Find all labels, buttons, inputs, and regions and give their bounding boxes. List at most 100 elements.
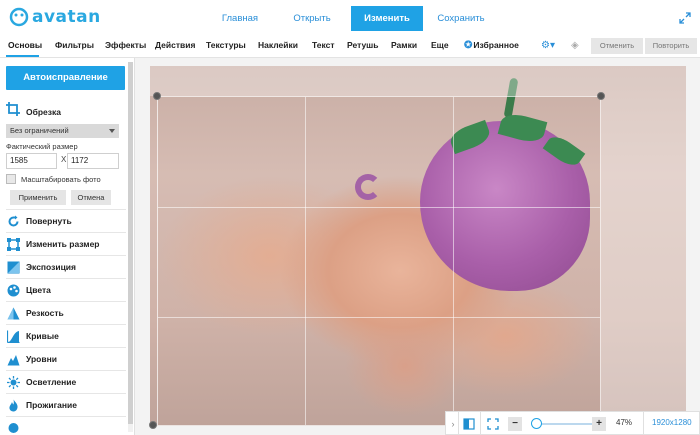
divider <box>480 412 481 434</box>
tool-tabs: Основы Фильтры Эффекты Действия Текстуры… <box>0 36 700 58</box>
canvas-area <box>135 58 700 435</box>
tool-resize[interactable]: Изменить размер <box>6 232 126 255</box>
crop-icon <box>6 102 20 121</box>
zoom-in-button[interactable]: + <box>592 416 606 431</box>
logo-text: avatan <box>32 7 101 27</box>
tab-effects[interactable]: Эффекты <box>105 40 146 50</box>
burn-icon <box>6 398 20 412</box>
crop-ratio-select[interactable]: Без ограничений <box>6 124 119 138</box>
zoom-out-button[interactable]: − <box>508 416 522 431</box>
tab-favorites-label: Избранное <box>473 40 519 50</box>
actual-size-label: Фактический размер <box>6 142 78 151</box>
logo[interactable]: avatan <box>8 7 101 27</box>
crop-width-input[interactable]: 1585 <box>6 153 57 169</box>
autofix-button[interactable]: Автоисправление <box>6 66 125 90</box>
tool-rotate[interactable]: Повернуть <box>6 209 126 232</box>
tool-sharpness[interactable]: Резкость <box>6 301 126 324</box>
tool-partial-icon <box>6 419 20 433</box>
tool-colors[interactable]: Цвета <box>6 278 126 301</box>
crop-handle-top-right[interactable] <box>597 92 605 100</box>
palette-icon <box>6 283 20 297</box>
zoom-slider-track[interactable] <box>537 423 593 425</box>
crop-frame[interactable] <box>157 96 601 426</box>
crop-grid-line <box>453 97 454 425</box>
nav-edit[interactable]: Изменить <box>351 6 423 31</box>
tab-more[interactable]: Еще <box>431 40 449 50</box>
cancel-button[interactable]: Отмена <box>71 190 111 205</box>
crop-ratio-value: Без ограничений <box>10 126 69 135</box>
photo-canvas[interactable] <box>150 66 686 426</box>
nav-save[interactable]: Сохранить <box>423 6 499 31</box>
undo-button[interactable]: Отменить <box>591 38 643 54</box>
tool-levels[interactable]: Уровни <box>6 347 126 370</box>
redo-button[interactable]: Повторить <box>645 38 697 54</box>
tool-label: Изменить размер <box>26 239 100 249</box>
zoom-percent: 47% <box>616 418 633 427</box>
tool-label: Осветление <box>26 377 77 387</box>
zoom-out-label: − <box>508 416 522 431</box>
tool-exposure[interactable]: Экспозиция <box>6 255 126 278</box>
chevron-right-icon[interactable]: › <box>448 416 458 431</box>
tool-brighten[interactable]: Осветление <box>6 370 126 393</box>
logo-mark-icon <box>8 7 30 27</box>
fit-screen-icon[interactable] <box>486 416 500 431</box>
expand-icon[interactable] <box>678 11 692 25</box>
tool-label: Цвета <box>26 285 51 295</box>
main-nav: Главная Открыть Изменить Сохранить <box>207 6 499 31</box>
crop-grid-line <box>158 317 600 318</box>
tab-basics[interactable]: Основы <box>8 40 42 50</box>
tool-label: Прожигание <box>26 400 77 410</box>
tool-curves[interactable]: Кривые <box>6 324 126 347</box>
tool-partial[interactable] <box>6 416 126 435</box>
tab-favorites[interactable]: ✪Избранное <box>464 40 519 51</box>
exposure-icon <box>6 260 20 274</box>
tab-actions[interactable]: Действия <box>155 40 195 50</box>
settings-gear-icon[interactable]: ⚙▾ <box>541 40 555 51</box>
levels-icon <box>6 352 20 366</box>
crop-shade-top <box>150 66 686 96</box>
crop-shade-right <box>601 96 686 426</box>
sidebar-scrollbar[interactable] <box>128 62 133 432</box>
tab-retouch[interactable]: Ретушь <box>347 40 379 50</box>
left-sidebar: Автоисправление Обрезка Без ограничений … <box>0 58 135 435</box>
tool-label: Резкость <box>26 308 64 318</box>
sharpness-icon <box>6 306 20 320</box>
checkbox[interactable] <box>6 174 16 184</box>
active-tab-indicator <box>6 55 39 57</box>
crop-section-header[interactable]: Обрезка <box>6 102 61 121</box>
image-dimensions: 1920x1280 <box>652 418 692 427</box>
scale-photo-label: Масштабировать фото <box>21 174 101 184</box>
divider <box>643 412 644 434</box>
top-header: avatan Главная Открыть Изменить Сохранит… <box>0 0 700 36</box>
tab-filters[interactable]: Фильтры <box>55 40 94 50</box>
tab-frames[interactable]: Рамки <box>391 40 417 50</box>
curves-icon <box>6 329 20 343</box>
chevron-down-icon <box>109 129 115 133</box>
scale-photo-checkbox[interactable]: Масштабировать фото <box>6 174 101 184</box>
sidebar-scrollbar-thumb[interactable] <box>128 62 133 424</box>
layers-icon[interactable]: ◈ <box>571 40 579 51</box>
crop-handle-bottom-left[interactable] <box>149 421 157 429</box>
crop-height-input[interactable]: 1172 <box>67 153 119 169</box>
nav-open[interactable]: Открыть <box>273 6 351 31</box>
tool-label: Экспозиция <box>26 262 76 272</box>
tab-text[interactable]: Текст <box>312 40 335 50</box>
tab-stickers[interactable]: Наклейки <box>258 40 298 50</box>
tab-textures[interactable]: Текстуры <box>206 40 246 50</box>
zoom-in-label: + <box>592 416 606 431</box>
compare-icon[interactable] <box>462 416 476 431</box>
apply-button[interactable]: Применить <box>10 190 66 205</box>
tool-label: Кривые <box>26 331 59 341</box>
resize-icon <box>6 237 20 251</box>
zoom-toolbar: › − + 47% 1920x1280 <box>445 411 700 435</box>
size-separator: X <box>61 155 67 164</box>
nav-home[interactable]: Главная <box>207 6 273 31</box>
crop-title: Обрезка <box>26 106 61 117</box>
crop-handle-top-left[interactable] <box>153 92 161 100</box>
zoom-slider-knob[interactable] <box>531 418 542 429</box>
divider <box>458 412 459 434</box>
tool-label: Повернуть <box>26 216 72 226</box>
tool-burn[interactable]: Прожигание <box>6 393 126 416</box>
rotate-icon <box>6 214 20 228</box>
brighten-icon <box>6 375 20 389</box>
